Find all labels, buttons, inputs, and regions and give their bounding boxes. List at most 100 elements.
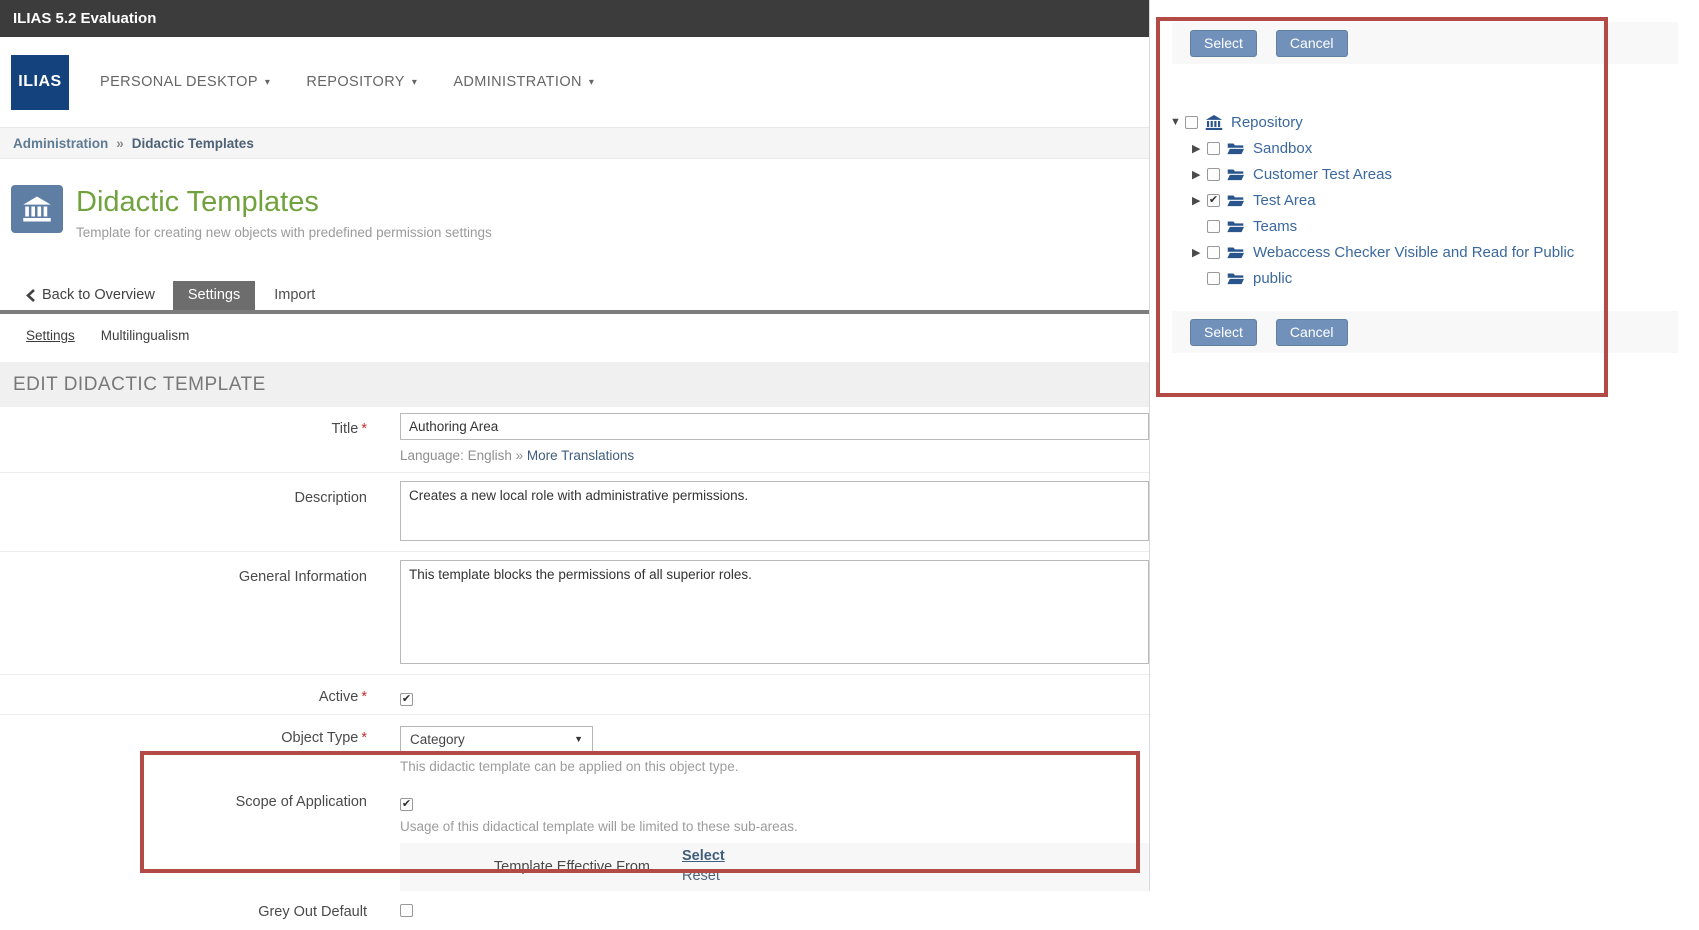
effective-from-reset-link[interactable]: Reset — [682, 867, 725, 887]
folder-icon — [1227, 272, 1246, 285]
tree-node-checkbox[interactable] — [1207, 272, 1220, 285]
language-line: Language: English » More Translations — [400, 448, 1149, 463]
tree-node-checkbox[interactable] — [1185, 116, 1198, 129]
triangle-right-icon[interactable]: ▶ — [1192, 194, 1207, 207]
institution-icon — [22, 195, 52, 223]
object-type-hint: This didactic template can be applied on… — [400, 759, 1149, 774]
breadcrumb-item-didactic-templates[interactable]: Didactic Templates — [132, 136, 254, 151]
nav-item-administration[interactable]: ADMINISTRATION▾ — [453, 74, 594, 90]
main-nav: PERSONAL DESKTOP▾ REPOSITORY▾ ADMINISTRATI… — [100, 74, 594, 90]
active-label: Active* — [0, 689, 367, 707]
general-information-row: General Information This template blocks… — [0, 552, 1149, 675]
grey-out-default-checkbox[interactable] — [400, 904, 413, 917]
title-row: Title* Language: English » More Translat… — [0, 407, 1149, 473]
description-textarea[interactable]: Creates a new local role with administra… — [400, 481, 1149, 541]
chevron-left-icon — [26, 289, 35, 302]
tree-node-label[interactable]: Webaccess Checker Visible and Read for P… — [1253, 244, 1574, 261]
edit-didactic-template-form: EDIT DIDACTIC TEMPLATE Title* Language: … — [0, 362, 1149, 930]
object-type-row: Object Type* Category ▼ This didactic te… — [0, 715, 1149, 777]
caret-down-icon: ▾ — [265, 77, 270, 88]
tab-bar: Back to Overview Settings Import — [0, 281, 1149, 314]
tree-node-label[interactable]: Teams — [1253, 218, 1297, 235]
ilias-logo-label: ILIAS — [18, 73, 61, 91]
tree-node-checkbox[interactable] — [1207, 142, 1220, 155]
title-label: Title* — [0, 413, 367, 463]
header: ILIAS PERSONAL DESKTOP▾ REPOSITORY▾ ADMINI… — [0, 37, 1149, 127]
subtab-multilingualism[interactable]: Multilingualism — [101, 328, 190, 343]
tree-node-test-area: ▶ Test Area — [1170, 187, 1574, 213]
cancel-button-bottom[interactable]: Cancel — [1276, 319, 1348, 346]
triangle-right-icon[interactable]: ▶ — [1192, 168, 1207, 181]
cancel-button-top[interactable]: Cancel — [1276, 30, 1348, 57]
tree-node-label[interactable]: Test Area — [1253, 192, 1316, 209]
folder-icon — [1227, 142, 1244, 155]
grey-out-default-row: Grey Out Default — [0, 900, 1149, 930]
folder-icon — [1227, 246, 1246, 259]
general-information-label: General Information — [0, 560, 367, 664]
select-button-bottom[interactable]: Select — [1190, 319, 1257, 346]
repository-picker-overlay: Select Cancel ▼ Repository ▶ Sandbox ▶ Custom… — [1151, 0, 1699, 891]
tree-node-teams: Teams — [1170, 213, 1574, 239]
tree-node-label[interactable]: Customer Test Areas — [1253, 166, 1392, 183]
tree-node-public: public — [1170, 265, 1574, 291]
tab-import[interactable]: Import — [259, 281, 330, 310]
form-heading: EDIT DIDACTIC TEMPLATE — [0, 362, 1149, 407]
page-title: Didactic Templates — [76, 187, 492, 219]
triangle-right-icon[interactable]: ▶ — [1192, 142, 1207, 155]
main-page: ILIAS 5.2 Evaluation ILIAS PERSONAL DESK… — [0, 0, 1150, 891]
tree-node-label[interactable]: public — [1253, 270, 1292, 287]
object-type-select[interactable]: Category ▼ — [400, 726, 593, 752]
folder-icon — [1227, 142, 1246, 155]
tree-node-label[interactable]: Sandbox — [1253, 140, 1312, 157]
caret-down-icon: ▾ — [412, 77, 417, 88]
scope-checkbox[interactable] — [400, 798, 413, 811]
repository-tree: ▼ Repository ▶ Sandbox ▶ Customer Test Areas ▶… — [1170, 109, 1574, 291]
tree-node-checkbox[interactable] — [1207, 220, 1220, 233]
picker-toolbar-top: Select Cancel — [1172, 22, 1678, 64]
scope-hint: Usage of this didactical template will b… — [400, 819, 1149, 834]
scope-label: Scope of Application — [0, 794, 367, 891]
subtab-bar: Settings Multilingualism — [0, 314, 1149, 343]
active-checkbox[interactable] — [400, 693, 413, 706]
breadcrumb-separator: » — [116, 136, 124, 151]
app-title: ILIAS 5.2 Evaluation — [13, 10, 156, 27]
active-row: Active* — [0, 675, 1149, 715]
folder-icon — [1227, 168, 1246, 181]
folder-icon — [1227, 220, 1244, 233]
page-title-block: Didactic Templates Template for creating… — [0, 159, 1149, 277]
top-bar: ILIAS 5.2 Evaluation — [0, 0, 1149, 37]
effective-from-select-link[interactable]: Select — [682, 847, 725, 867]
triangle-down-icon[interactable]: ▼ — [1170, 116, 1185, 128]
ilias-logo[interactable]: ILIAS — [11, 55, 69, 110]
subtab-settings[interactable]: Settings — [26, 328, 75, 343]
breadcrumb-item-administration[interactable]: Administration — [13, 136, 108, 151]
back-to-overview-link[interactable]: Back to Overview — [26, 281, 169, 310]
more-translations-link[interactable]: More Translations — [527, 448, 634, 463]
folder-icon — [1227, 194, 1246, 207]
tree-node-sandbox: ▶ Sandbox — [1170, 135, 1574, 161]
select-button-top[interactable]: Select — [1190, 30, 1257, 57]
tree-node-repository: ▼ Repository — [1170, 109, 1574, 135]
nav-item-repository[interactable]: REPOSITORY▾ — [306, 74, 417, 90]
tree-node-checkbox[interactable] — [1207, 168, 1220, 181]
picker-toolbar-bottom: Select Cancel — [1172, 311, 1678, 353]
tree-node-checkbox[interactable] — [1207, 246, 1220, 259]
folder-icon — [1227, 246, 1244, 259]
folder-icon — [1227, 168, 1244, 181]
page-subtitle: Template for creating new objects with p… — [76, 225, 492, 240]
back-to-overview-label: Back to Overview — [42, 287, 155, 303]
tab-settings[interactable]: Settings — [173, 281, 255, 310]
object-type-value: Category — [410, 732, 465, 747]
template-effective-from-label: Template Effective From — [400, 859, 650, 875]
folder-icon — [1227, 220, 1246, 233]
scope-of-application-row: Scope of Application Usage of this didac… — [0, 777, 1149, 900]
description-row: Description Creates a new local role wit… — [0, 473, 1149, 552]
title-input[interactable] — [400, 413, 1149, 440]
tree-node-checkbox[interactable] — [1207, 194, 1220, 207]
description-label: Description — [0, 481, 367, 541]
nav-item-personal-desktop[interactable]: PERSONAL DESKTOP▾ — [100, 74, 270, 90]
object-type-label: Object Type* — [0, 726, 367, 774]
triangle-right-icon[interactable]: ▶ — [1192, 246, 1207, 259]
general-information-textarea[interactable]: This template blocks the permissions of … — [400, 560, 1149, 664]
tree-node-label[interactable]: Repository — [1231, 114, 1303, 131]
